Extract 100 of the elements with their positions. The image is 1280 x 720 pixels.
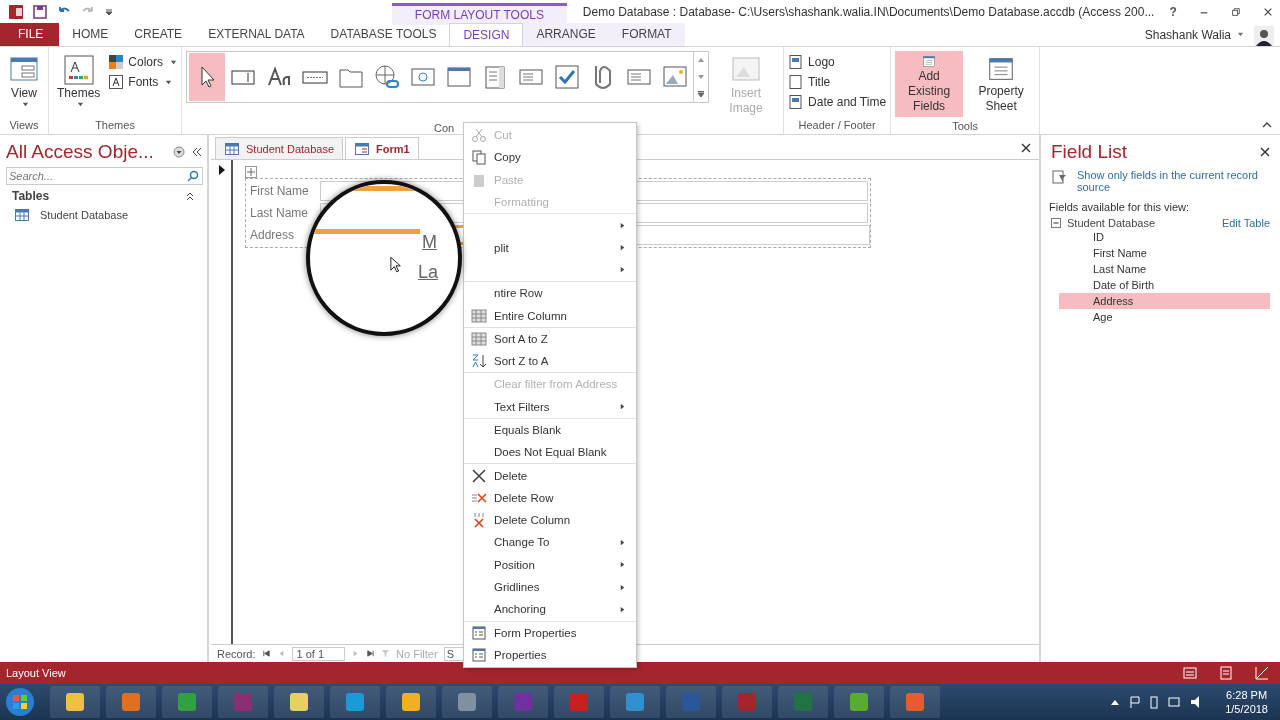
more-icon[interactable] — [697, 89, 706, 98]
colors-button[interactable]: Colors — [108, 54, 178, 70]
dropdown-icon[interactable] — [173, 146, 185, 158]
themes-button[interactable]: Themes — [53, 51, 105, 111]
view-button[interactable]: View — [4, 51, 44, 111]
start-button-icon[interactable] — [4, 686, 36, 718]
caret-icon — [76, 101, 84, 108]
taskbar-app-icon[interactable] — [274, 686, 324, 718]
header-footer-button[interactable]: Date and Time — [788, 94, 887, 110]
user-name[interactable]: Shashank Walia — [1144, 27, 1231, 42]
scroll-up-icon[interactable] — [697, 56, 706, 65]
menu-item[interactable]: Sort Z to A — [464, 349, 636, 374]
table-name[interactable]: Student Database — [1067, 217, 1156, 229]
taskbar-app-icon[interactable] — [50, 686, 100, 718]
control-tool[interactable] — [189, 53, 226, 101]
caret-icon[interactable] — [1237, 31, 1244, 38]
edit-table-link[interactable]: Edit Table — [1221, 217, 1270, 229]
page-icon — [788, 74, 805, 90]
taskbar-app-icon[interactable] — [330, 686, 380, 718]
taskbar-app-icon[interactable] — [442, 686, 492, 718]
ribbon-tab[interactable]: CREATE — [121, 23, 196, 46]
close-icon[interactable] — [1021, 143, 1031, 153]
fonts-button[interactable]: Fonts — [108, 74, 178, 90]
document-tab[interactable]: Form1 — [345, 137, 419, 159]
taskbar-app-icon[interactable] — [890, 686, 940, 718]
contextual-tab-header: FORM LAYOUT TOOLS — [392, 2, 567, 25]
nav-item[interactable]: Student Database — [6, 207, 203, 223]
submenu-arrow-icon — [619, 539, 626, 546]
clock-date[interactable]: 1/5/2018 — [1225, 702, 1268, 716]
collapse-pane-icon[interactable] — [191, 146, 203, 158]
save-icon[interactable] — [32, 3, 48, 20]
layout-view-icon[interactable] — [1218, 665, 1234, 681]
record-label: Record: — [217, 647, 256, 660]
help-button[interactable]: ? — [1162, 4, 1185, 19]
menu-item[interactable]: Entire Column — [464, 304, 636, 328]
menu-item[interactable]: Position — [464, 553, 636, 576]
form-view-icon[interactable] — [1182, 665, 1198, 681]
record-position-field[interactable]: 1 of 1 — [291, 646, 346, 661]
close-icon[interactable] — [1260, 147, 1270, 157]
field-item[interactable]: Date of Birth — [1059, 277, 1270, 293]
menu-item[interactable]: Does Not Equal Blank — [464, 441, 636, 465]
tool-button[interactable]: Add Existing Fields — [895, 51, 964, 117]
collapse-section-icon[interactable] — [185, 191, 195, 201]
menu-item[interactable]: Copy — [464, 146, 636, 169]
tool-button[interactable]: Property Sheet — [967, 51, 1036, 117]
menu-item[interactable]: Form Properties — [464, 621, 636, 644]
taskbar-app-icon[interactable] — [610, 686, 660, 718]
restore-icon[interactable] — [1231, 5, 1241, 18]
header-footer-button[interactable]: Title — [788, 74, 887, 90]
grid-icon — [471, 307, 487, 324]
menu-item[interactable]: Properties — [464, 643, 636, 667]
ribbon-tab[interactable]: FORMAT — [608, 23, 685, 46]
scroll-down-icon[interactable] — [697, 73, 706, 81]
menu-item[interactable]: Delete Column — [464, 509, 636, 532]
menu-item[interactable]: Text Filters — [464, 395, 636, 419]
last-record-icon[interactable] — [366, 649, 376, 658]
taskbar-app-icon[interactable] — [386, 686, 436, 718]
properties-icon — [471, 646, 487, 663]
move-handle-icon[interactable] — [245, 166, 257, 178]
ribbon-tab[interactable]: DATABASE TOOLS — [317, 23, 450, 46]
ribbon-tab[interactable]: EXTERNAL DATA — [195, 23, 318, 46]
field-item[interactable]: Age — [1059, 309, 1270, 325]
menu-item[interactable]: plit — [464, 236, 636, 259]
ribbon-tab[interactable]: FILE — [0, 23, 60, 46]
section-header[interactable]: Tables — [12, 189, 50, 203]
taskbar-app-icon[interactable] — [162, 686, 212, 718]
nav-pane-title[interactable]: All Access Obje... — [6, 141, 167, 163]
avatar-icon[interactable] — [1254, 25, 1274, 46]
document-tab[interactable]: Student Database — [215, 137, 344, 159]
font-icon — [108, 74, 125, 90]
field-item[interactable]: Address — [1059, 293, 1270, 309]
field-item[interactable]: Last Name — [1059, 261, 1270, 277]
ribbon-tab[interactable]: ARRANGE — [523, 23, 609, 46]
ribbon-tab[interactable]: DESIGN — [449, 23, 524, 46]
menu-item[interactable]: Sort A to Z — [464, 327, 636, 350]
clock-time[interactable]: 6:28 PM — [1226, 688, 1268, 702]
menu-item[interactable]: Delete — [464, 464, 636, 487]
filter-link[interactable]: Show only fields in the current record source — [1077, 169, 1270, 193]
design-view-icon[interactable] — [1254, 665, 1270, 681]
ribbon-tab[interactable]: HOME — [59, 23, 122, 46]
record-selector-icon — [217, 165, 227, 175]
header-footer-button[interactable]: Logo — [788, 54, 887, 70]
menu-item[interactable]: Gridlines — [464, 575, 636, 599]
status-text: Layout View — [6, 667, 66, 679]
field-item[interactable]: ID — [1059, 229, 1270, 245]
menu-item[interactable]: Anchoring — [464, 598, 636, 622]
menu-item[interactable]: Change To — [464, 531, 636, 554]
search-icon[interactable] — [187, 170, 199, 182]
collapse-ribbon-icon[interactable] — [1262, 120, 1272, 130]
customize-icon[interactable] — [104, 6, 114, 17]
search-field[interactable]: Search... — [6, 167, 203, 185]
filter-icon — [1051, 169, 1067, 185]
first-record-icon[interactable] — [261, 649, 271, 658]
menu-item[interactable]: Equals Blank — [464, 418, 636, 442]
menu-item[interactable]: Delete Row — [464, 486, 636, 510]
taskbar-app-icon[interactable] — [106, 686, 156, 718]
taskbar-app-icon[interactable] — [834, 686, 884, 718]
collapse-icon[interactable] — [1051, 218, 1061, 228]
field-item[interactable]: First Name — [1059, 245, 1270, 261]
menu-item[interactable]: ntire Row — [464, 282, 636, 305]
